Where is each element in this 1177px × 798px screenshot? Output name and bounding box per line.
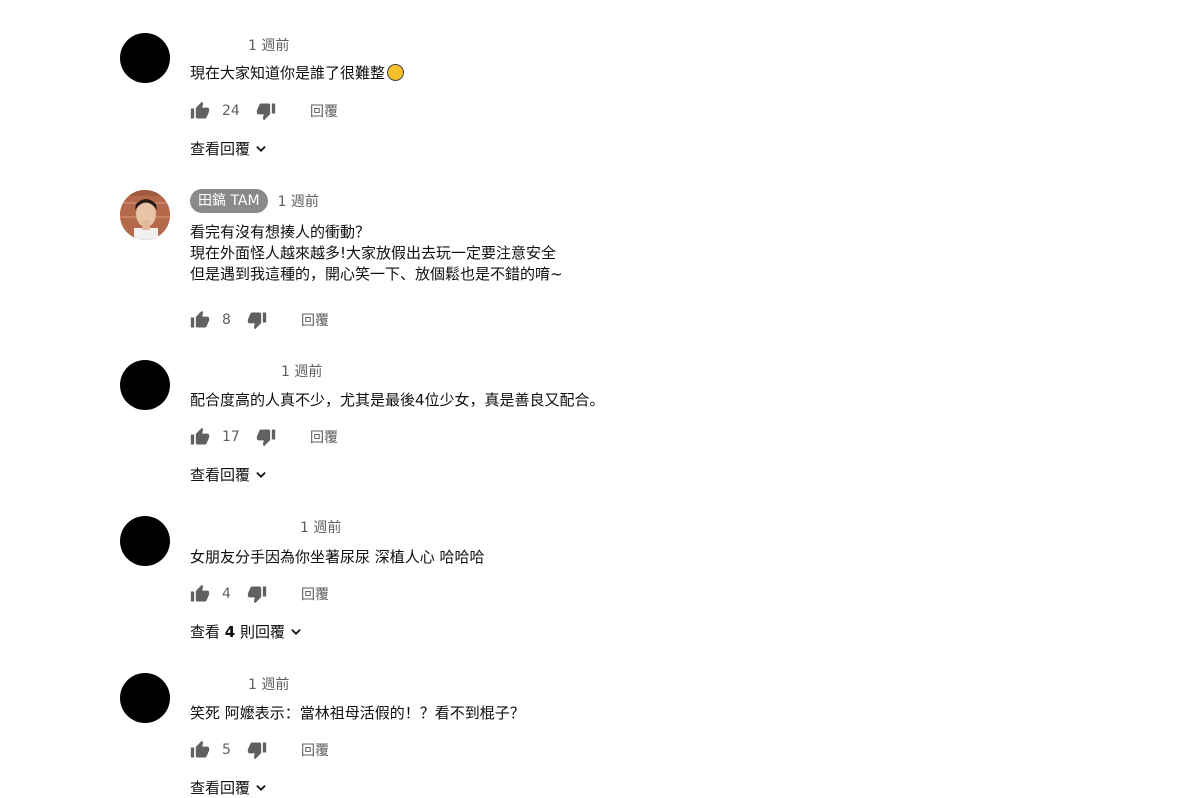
dislike-button[interactable] <box>256 101 276 121</box>
comment-header: 1 週前 <box>300 517 341 537</box>
comment-header: 1 週前 <box>248 674 289 694</box>
comment-actions: 4 回覆 <box>190 584 329 604</box>
reply-button[interactable]: 回覆 <box>301 584 329 604</box>
dislike-button[interactable] <box>247 740 267 760</box>
like-button[interactable] <box>190 101 210 121</box>
thumb-down-icon <box>256 429 276 447</box>
view-replies-button[interactable]: 查看 4 則回覆 <box>190 621 303 642</box>
like-button[interactable] <box>190 427 210 447</box>
chevron-down-icon <box>291 628 301 635</box>
avatar[interactable] <box>120 360 170 410</box>
comment-text: 笑死 阿嬤表示：當林祖母活假的！？看不到棍子？ <box>190 704 525 722</box>
like-count: 4 <box>222 586 231 602</box>
avatar[interactable] <box>120 673 170 723</box>
comment-text: 配合度高的人真不少，尤其是最後4位少女，真是善良又配合。 <box>190 391 605 409</box>
comment-actions: 17 回覆 <box>190 427 338 447</box>
comment-actions: 24 回覆 <box>190 101 338 121</box>
comment-time[interactable]: 1 週前 <box>281 361 322 381</box>
comment-time[interactable]: 1 週前 <box>248 35 289 55</box>
comment-header: 田鎬 TAM 1 週前 <box>190 189 319 213</box>
thumb-up-icon <box>190 427 210 445</box>
thumb-down-icon <box>247 586 267 604</box>
comment-text: 女朋友分手因為你坐著尿尿 深植人心 哈哈哈 <box>190 548 485 566</box>
dislike-button[interactable] <box>247 584 267 604</box>
comment-time[interactable]: 1 週前 <box>248 674 289 694</box>
reply-button[interactable]: 回覆 <box>310 101 338 121</box>
thumb-down-icon <box>247 742 267 760</box>
thumb-down-icon <box>256 103 276 121</box>
like-button[interactable] <box>190 310 210 330</box>
like-count: 8 <box>222 312 231 328</box>
view-replies-button[interactable]: 查看回覆 <box>190 464 268 485</box>
avatar[interactable] <box>120 190 170 240</box>
like-count: 17 <box>222 429 240 445</box>
chevron-down-icon <box>256 145 266 152</box>
reply-button[interactable]: 回覆 <box>301 740 329 760</box>
comment-text: 現在大家知道你是誰了很難整 <box>190 63 405 84</box>
avatar-photo <box>120 190 170 240</box>
like-count: 24 <box>222 103 240 119</box>
author-badge[interactable]: 田鎬 TAM <box>190 189 268 213</box>
dislike-button[interactable] <box>256 427 276 447</box>
comment-header: 1 週前 <box>281 361 322 381</box>
thumb-up-icon <box>190 584 210 602</box>
view-replies-button[interactable]: 查看回覆 <box>190 138 268 159</box>
like-button[interactable] <box>190 740 210 760</box>
thumb-up-icon <box>190 740 210 758</box>
comment-actions: 8 回覆 <box>190 310 329 330</box>
chevron-down-icon <box>256 471 266 478</box>
reply-button[interactable]: 回覆 <box>301 310 329 330</box>
comment-time[interactable]: 1 週前 <box>300 517 341 537</box>
grinning-squinting-face-icon <box>387 64 405 81</box>
comment-time[interactable]: 1 週前 <box>278 191 319 211</box>
thumb-down-icon <box>247 312 267 330</box>
view-replies-button[interactable]: 查看回覆 <box>190 777 268 798</box>
thumb-up-icon <box>190 310 210 328</box>
reply-button[interactable]: 回覆 <box>310 427 338 447</box>
avatar[interactable] <box>120 516 170 566</box>
like-button[interactable] <box>190 584 210 604</box>
thumb-up-icon <box>190 101 210 119</box>
chevron-down-icon <box>256 784 266 791</box>
like-count: 5 <box>222 742 231 758</box>
comment-header: 1 週前 <box>248 35 289 55</box>
dislike-button[interactable] <box>247 310 267 330</box>
avatar[interactable] <box>120 33 170 83</box>
comment-actions: 5 回覆 <box>190 740 329 760</box>
comment-text: 看完有沒有想揍人的衝動？ 現在外面怪人越來越多!大家放假出去玩一定要注意安全 但… <box>190 223 563 283</box>
